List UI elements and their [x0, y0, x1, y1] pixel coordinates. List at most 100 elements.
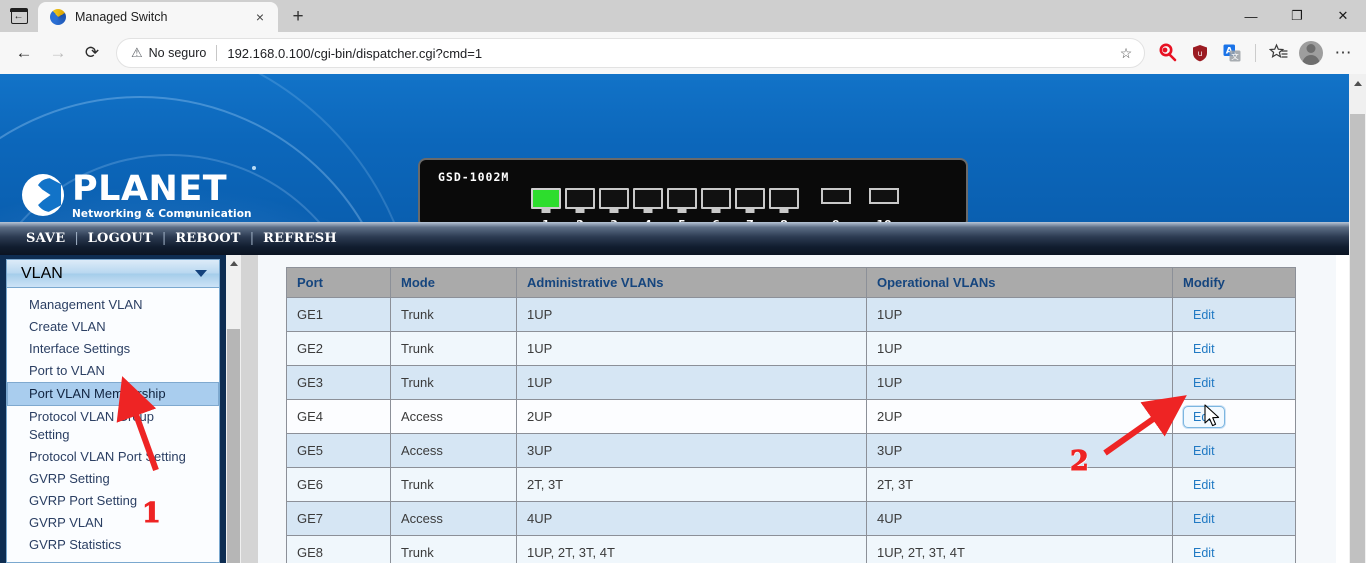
port-number: 5 [678, 218, 686, 222]
close-icon[interactable]: × [250, 7, 270, 27]
site-header-banner: PLANET Networking & Communication GSD-10… [0, 74, 1366, 222]
port-number: 9 [832, 218, 840, 222]
svg-text:u: u [1198, 49, 1203, 58]
back-icon[interactable]: ← [8, 37, 40, 69]
avatar[interactable] [1296, 38, 1326, 68]
add-favorite-icon[interactable]: ☆ [1112, 39, 1140, 67]
edit-button-ge3[interactable]: Edit [1183, 372, 1225, 394]
restore-icon[interactable]: ❐ [1274, 0, 1320, 32]
edit-button-ge2[interactable]: Edit [1183, 338, 1225, 360]
new-tab-button[interactable]: + [284, 3, 312, 31]
browser-window: Managed Switch × + — ❐ ✕ ← → ⟳ ⚠ No segu… [0, 0, 1366, 563]
scroll-up-icon[interactable] [1354, 81, 1362, 86]
cell-mode: Trunk [390, 331, 517, 366]
device-port[interactable]: 8 [768, 188, 800, 222]
device-rj45-ports: 1 2 3 4 5 6 7 8 [530, 188, 800, 222]
port-number: 4 [644, 218, 652, 222]
sidebar-item-create-vlan[interactable]: Create VLAN [7, 316, 219, 338]
device-sfp-port[interactable]: 9 [820, 188, 852, 222]
device-port[interactable]: 1 [530, 188, 562, 222]
sidebar-item-protocol-vlan-port-setting[interactable]: Protocol VLAN Port Setting [7, 446, 219, 468]
scroll-up-icon[interactable] [230, 261, 238, 266]
edit-button-ge8[interactable]: Edit [1183, 542, 1225, 563]
sidebar: VLAN Management VLAN Create VLAN Interfa… [0, 255, 226, 563]
device-port[interactable]: 4 [632, 188, 664, 222]
cell-modify: Edit [1172, 433, 1296, 468]
collections-icon[interactable] [1264, 38, 1294, 68]
chevron-down-icon [195, 270, 207, 277]
divider [1255, 44, 1256, 62]
edit-button-ge5[interactable]: Edit [1183, 440, 1225, 462]
shield-extension-icon[interactable]: u [1185, 38, 1215, 68]
column-header-administrative-vlans: Administrative VLANs [516, 267, 867, 298]
column-header-port: Port [286, 267, 391, 298]
scrollbar-thumb[interactable] [227, 329, 240, 563]
sidebar-section-header-vlan[interactable]: VLAN [7, 260, 219, 288]
cell-mode: Trunk [390, 297, 517, 332]
edit-button-ge6[interactable]: Edit [1183, 474, 1225, 496]
rj45-icon [735, 188, 765, 209]
address-bar[interactable]: ⚠ No seguro 192.168.0.100/cgi-bin/dispat… [116, 38, 1145, 68]
sfp-icon [869, 188, 899, 204]
device-sfp-ports: 9 10 [820, 188, 900, 222]
browser-tab[interactable]: Managed Switch × [38, 2, 278, 32]
device-port[interactable]: 3 [598, 188, 630, 222]
navbar-item-logout[interactable]: LOGOUT [88, 231, 153, 246]
annotation-label-2: 2 [1070, 446, 1090, 478]
cell-mode: Trunk [390, 535, 517, 563]
device-sfp-port[interactable]: 10 [868, 188, 900, 222]
navbar-item-save[interactable]: SAVE [26, 231, 65, 246]
sidebar-item-protocol-vlan-group-setting[interactable]: Protocol VLAN Group Setting [7, 406, 219, 446]
sidebar-item-gvrp-setting[interactable]: GVRP Setting [7, 468, 219, 490]
scrollbar-track[interactable] [226, 255, 241, 563]
forward-icon[interactable]: → [42, 37, 74, 69]
device-port[interactable]: 5 [666, 188, 698, 222]
cell-admin-vlans: 2T, 3T [516, 467, 867, 502]
device-port[interactable]: 7 [734, 188, 766, 222]
reload-icon[interactable]: ⟳ [76, 37, 108, 69]
device-port[interactable]: 6 [700, 188, 732, 222]
warning-icon: ⚠ [131, 45, 143, 60]
cell-oper-vlans: 1UP, 2T, 3T, 4T [866, 535, 1173, 563]
planet-logo-icon [22, 174, 64, 216]
tab-search-icon[interactable] [0, 0, 38, 32]
device-port[interactable]: 2 [564, 188, 596, 222]
cell-admin-vlans: 1UP [516, 331, 867, 366]
navbar-item-refresh[interactable]: REFRESH [263, 231, 337, 246]
svg-text:文: 文 [1231, 51, 1239, 61]
port-vlan-membership-table: Port Mode Administrative VLANs Operation… [286, 267, 1296, 563]
inner-frame-scrollbar[interactable] [226, 255, 258, 563]
column-header-operational-vlans: Operational VLANs [866, 267, 1173, 298]
cell-mode: Access [390, 399, 517, 434]
globe-favicon [50, 9, 66, 25]
page-scrollbar[interactable] [1349, 74, 1366, 563]
port-number: 3 [610, 218, 618, 222]
edit-button-ge4[interactable]: Edit [1183, 405, 1225, 428]
url-path: /cgi-bin/dispatcher.cgi?cmd=1 [310, 45, 483, 61]
port-number: 2 [576, 218, 584, 222]
globe-dot [252, 166, 256, 170]
sidebar-item-gvrp-statistics[interactable]: GVRP Statistics [7, 534, 219, 556]
divider [216, 45, 218, 61]
edit-button-ge1[interactable]: Edit [1183, 304, 1225, 326]
pin-extension-icon[interactable] [1153, 38, 1183, 68]
edit-button-ge7[interactable]: Edit [1183, 508, 1225, 530]
cell-oper-vlans: 1UP [866, 331, 1173, 366]
navbar-item-reboot[interactable]: REBOOT [175, 231, 240, 246]
scrollbar-thumb[interactable] [1350, 114, 1365, 563]
minimize-icon[interactable]: — [1228, 0, 1274, 32]
more-options-icon[interactable]: ⋯ [1328, 38, 1358, 68]
sidebar-item-port-vlan-membership[interactable]: Port VLAN Membership [7, 382, 219, 406]
sidebar-item-management-vlan[interactable]: Management VLAN [7, 294, 219, 316]
translate-extension-icon[interactable]: A文 [1217, 38, 1247, 68]
sfp-icon [821, 188, 851, 204]
cell-oper-vlans: 1UP [866, 365, 1173, 400]
cell-port: GE1 [286, 297, 391, 332]
sidebar-item-gvrp-port-setting[interactable]: GVRP Port Setting [7, 490, 219, 512]
close-window-icon[interactable]: ✕ [1320, 0, 1366, 32]
sidebar-item-gvrp-vlan[interactable]: GVRP VLAN [7, 512, 219, 534]
logo-wordmark: PLANET [72, 169, 228, 209]
rj45-icon [701, 188, 731, 209]
sidebar-item-port-to-vlan[interactable]: Port to VLAN [7, 360, 219, 382]
sidebar-item-interface-settings[interactable]: Interface Settings [7, 338, 219, 360]
